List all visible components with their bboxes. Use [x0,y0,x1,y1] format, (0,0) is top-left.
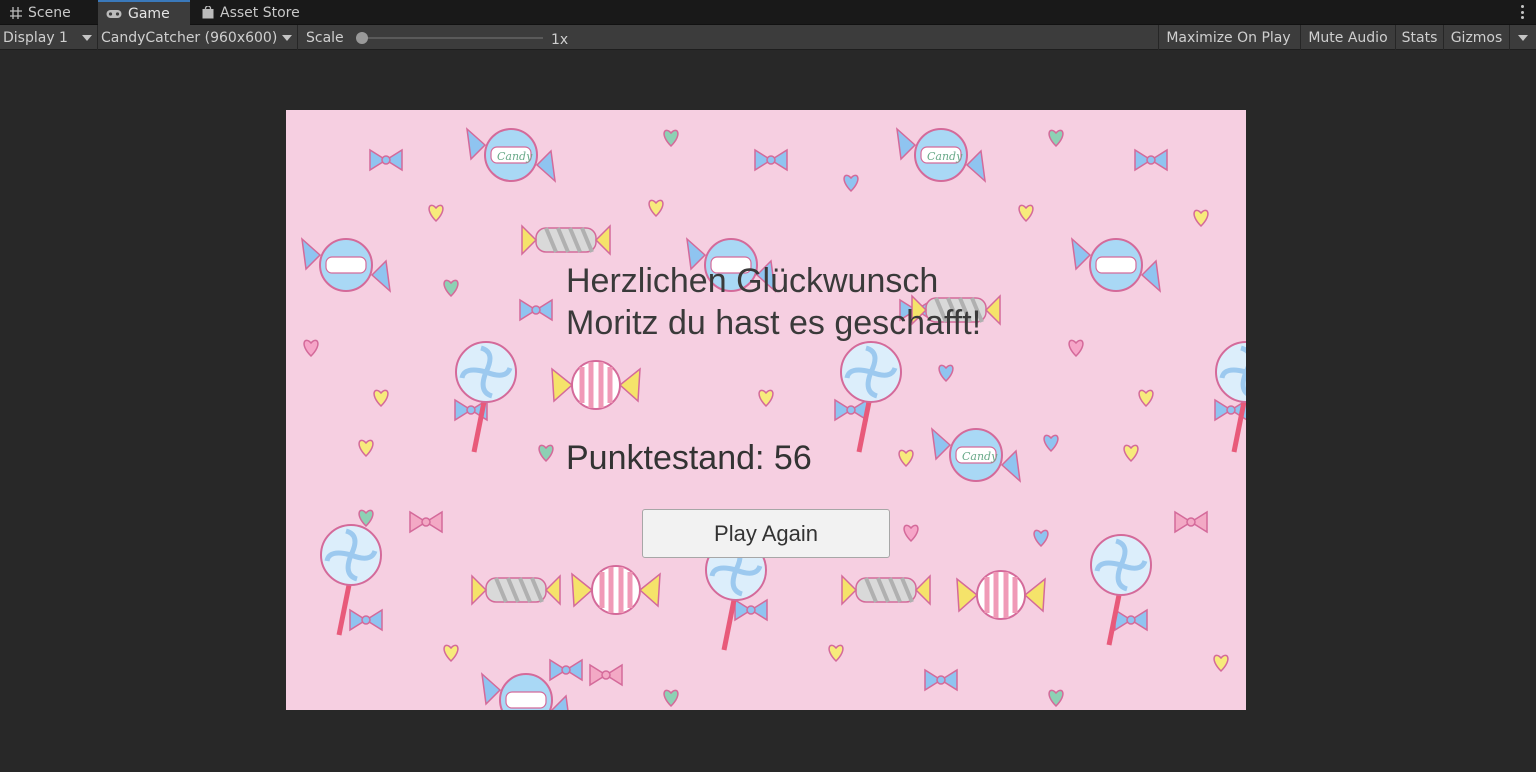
chevron-down-icon [82,35,92,41]
chevron-down-icon [282,35,292,41]
chevron-down-icon [1518,35,1528,41]
display-dropdown[interactable]: Display 1 [0,25,98,50]
gamepad-icon [106,9,122,19]
game-view[interactable]: Candy Candy Candy Herzlichen Glückwunsch… [286,110,1246,710]
scale-slider-track[interactable] [360,37,543,39]
mute-audio-toggle[interactable]: Mute Audio [1300,25,1395,50]
candy-label: Candy [497,150,533,163]
stats-toggle[interactable]: Stats [1395,25,1443,50]
editor-tab-bar: Scene Game Asset Store [0,0,1536,25]
tab-game[interactable]: Game [98,0,190,25]
resolution-value: CandyCatcher (960x600) [101,29,278,46]
scale-label: Scale [306,29,344,46]
score-text: Punktestand: 56 [566,439,812,477]
scale-value: 1x [551,31,569,48]
tab-label: Scene [28,4,71,21]
tab-asset-store[interactable]: Asset Store [194,0,314,25]
resolution-dropdown[interactable]: CandyCatcher (960x600) [98,25,298,50]
display-value: Display 1 [3,29,68,46]
play-again-button[interactable]: Play Again [642,509,890,558]
tab-scene[interactable]: Scene [2,0,94,25]
gizmos-dropdown[interactable] [1509,25,1536,50]
grid-icon [10,6,22,19]
scale-slider-handle[interactable] [356,32,368,44]
candy-pattern-background: Candy Candy Candy [286,110,1246,710]
gizmos-toggle[interactable]: Gizmos [1443,25,1509,50]
tab-label: Asset Store [220,4,300,21]
candy-label: Candy [927,150,963,163]
more-options-icon[interactable] [1520,5,1524,19]
congratulations-message: Herzlichen Glückwunsch Moritz du hast es… [566,262,982,342]
maximize-on-play-toggle[interactable]: Maximize On Play [1158,25,1298,50]
shopping-bag-icon [202,6,214,19]
candy-label: Candy [962,450,998,463]
tab-label: Game [128,5,170,22]
